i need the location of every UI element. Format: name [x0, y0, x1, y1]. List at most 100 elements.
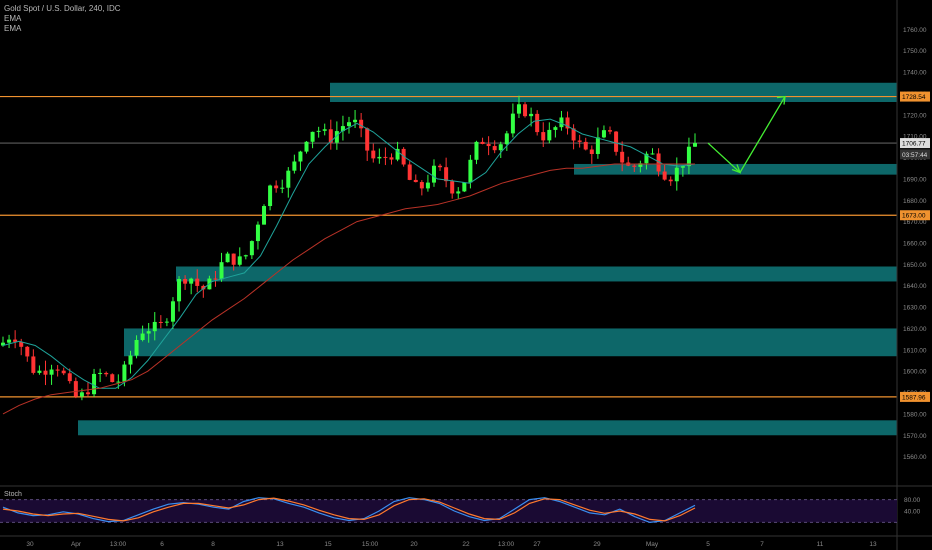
- candle-body: [438, 165, 443, 168]
- price-label-text: 1706.77: [902, 141, 926, 148]
- candle-body: [456, 191, 461, 194]
- time-tick-label: 27: [533, 541, 541, 548]
- time-tick-label: 22: [462, 541, 470, 548]
- time-tick-label: 13:00: [110, 541, 127, 548]
- time-tick-label: 15:00: [362, 541, 379, 548]
- candle-body: [219, 262, 224, 280]
- candle-body: [650, 153, 655, 155]
- stoch-tick-label: 40.00: [904, 509, 921, 516]
- candle-body: [462, 182, 467, 192]
- candle-body: [686, 146, 691, 167]
- candle-body: [134, 339, 139, 356]
- candle-body: [73, 381, 78, 397]
- price-label: 1587.96: [900, 391, 930, 402]
- candle-body: [85, 392, 90, 395]
- candle-body: [535, 113, 540, 133]
- time-tick-label: 7: [760, 541, 764, 548]
- candle-body: [444, 167, 449, 182]
- candle-body: [213, 278, 218, 280]
- candle-body: [170, 301, 175, 322]
- candle-body: [359, 119, 364, 129]
- candle-body: [237, 256, 242, 265]
- candle-body: [559, 117, 564, 128]
- candle-body: [316, 130, 321, 132]
- candle-body: [468, 159, 473, 183]
- price-label-text: 1673.00: [902, 213, 926, 220]
- candle-body: [322, 129, 327, 131]
- candle-body: [492, 146, 497, 151]
- candle-body: [431, 165, 436, 183]
- candle-body: [529, 113, 534, 117]
- candle-body: [67, 373, 72, 382]
- candle-body: [674, 167, 679, 182]
- price-label: 03:57:44: [900, 149, 930, 160]
- candle-body: [25, 346, 30, 357]
- time-tick-label: 15: [324, 541, 332, 548]
- candle-body: [286, 170, 291, 188]
- price-tick-label: 1750.00: [903, 48, 927, 55]
- candle-body: [583, 141, 588, 150]
- candle-body: [61, 370, 66, 374]
- time-tick-label: 13:00: [498, 541, 515, 548]
- candle-body: [292, 161, 297, 171]
- candle-body: [425, 182, 430, 189]
- price-tick-label: 1740.00: [903, 70, 927, 77]
- candle-body: [347, 122, 351, 127]
- candle-body: [547, 129, 552, 141]
- candle-body: [195, 278, 200, 286]
- candle-body: [553, 127, 558, 130]
- candle-body: [164, 321, 169, 323]
- candle-body: [601, 130, 606, 138]
- price-tick-label: 1660.00: [903, 241, 927, 248]
- price-tick-label: 1760.00: [903, 27, 927, 34]
- price-tick-label: 1720.00: [903, 112, 927, 119]
- candle-body: [304, 141, 309, 152]
- candle-body: [614, 131, 619, 152]
- candle-body: [389, 157, 394, 160]
- candle-body: [7, 339, 12, 343]
- time-tick-label: 13: [276, 541, 284, 548]
- time-tick-label: 6: [160, 541, 164, 548]
- candle-body: [589, 149, 594, 155]
- candle-body: [383, 156, 388, 158]
- symbol-title: Gold Spot / U.S. Dollar, 240, IDC: [4, 4, 121, 13]
- price-tick-label: 1600.00: [903, 369, 927, 376]
- chart-canvas[interactable]: 1560.001570.001580.001590.001600.001610.…: [0, 0, 932, 550]
- candle-body: [662, 171, 667, 180]
- price-label: 1673.00: [900, 210, 930, 221]
- candle: [535, 110, 540, 136]
- price-tick-label: 1580.00: [903, 411, 927, 418]
- candle-body: [523, 104, 528, 117]
- zone-5: [78, 420, 897, 436]
- candle-body: [365, 128, 370, 151]
- candle-body: [377, 156, 382, 159]
- candle: [462, 182, 467, 193]
- candle-body: [353, 119, 358, 123]
- candle-body: [450, 181, 455, 194]
- candle-body: [146, 331, 151, 334]
- zone-3: [176, 266, 897, 282]
- price-label: 1728.54: [900, 91, 930, 102]
- candle-body: [49, 369, 54, 375]
- candle-body: [577, 140, 582, 142]
- candle-body: [98, 372, 103, 374]
- candle-body: [255, 224, 260, 242]
- indicator-ema-1: EMA: [4, 14, 22, 23]
- candle-body: [371, 150, 376, 159]
- time-tick-label: 8: [211, 541, 215, 548]
- candle-body: [595, 137, 600, 155]
- candle-body: [419, 182, 424, 189]
- time-tick-label: 29: [593, 541, 601, 548]
- price-tick-label: 1560.00: [903, 454, 927, 461]
- candle-body: [37, 370, 42, 373]
- indicator-ema-2: EMA: [4, 24, 22, 33]
- candle-body: [486, 143, 491, 147]
- candle-body: [43, 370, 48, 375]
- candle-body: [280, 187, 285, 189]
- stoch-label: Stoch: [4, 491, 22, 498]
- time-tick-label: 5: [706, 541, 710, 548]
- price-tick-label: 1690.00: [903, 176, 927, 183]
- price-tick-label: 1650.00: [903, 262, 927, 269]
- price-tick-label: 1630.00: [903, 305, 927, 312]
- price-tick-label: 1620.00: [903, 326, 927, 333]
